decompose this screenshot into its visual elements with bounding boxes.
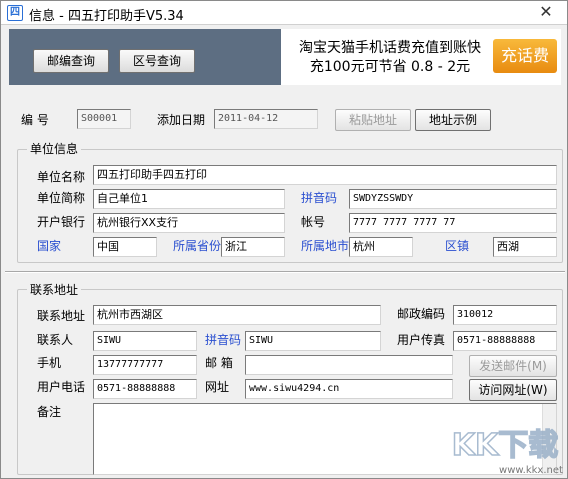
unit-name-label: 单位名称 [37, 170, 86, 184]
phone-label: 用户电话 [37, 380, 86, 394]
fax-field[interactable]: 0571-88888888 [453, 331, 557, 351]
title-bar: 四 信息 - 四五打印助手V5.34 ✕ [1, 1, 567, 25]
contact-person-label: 联系人 [37, 333, 74, 347]
country-field[interactable]: 中国 [93, 237, 157, 257]
svg-text:KK下载: KK下载 [452, 428, 559, 463]
recharge-button[interactable]: 充话费 [493, 39, 557, 73]
account-field[interactable]: 7777 7777 7777 77 [349, 213, 557, 233]
ad-line-2: 充100元可节省 0.8 - 2元 [309, 59, 471, 75]
paste-address-button[interactable]: 粘贴地址 [335, 109, 411, 131]
country-label: 国家 [37, 239, 62, 253]
contact-address-label: 联系地址 [37, 309, 86, 323]
province-label: 所属省份 [173, 239, 222, 253]
ad-banner[interactable]: 淘宝天猫手机话费充值到账快 充100元可节省 0.8 - 2元 充话费 [281, 29, 561, 85]
contact-title: 联系地址 [27, 281, 82, 298]
district-label: 区镇 [445, 239, 470, 253]
unit-pinyin-label: 拼音码 [301, 191, 338, 205]
contact-person-field[interactable]: SIWU [93, 331, 197, 351]
section-separator [5, 271, 565, 273]
city-field[interactable]: 杭州 [349, 237, 413, 257]
website-label: 网址 [205, 380, 230, 394]
number-field[interactable]: S00001 [77, 109, 131, 129]
email-label: 邮 箱 [205, 356, 233, 370]
note-label: 备注 [37, 405, 62, 419]
postcode-field[interactable]: 310012 [453, 305, 557, 325]
number-label: 编 号 [21, 113, 49, 127]
area-code-query-button[interactable]: 区号查询 [119, 49, 195, 73]
svg-text:www.kkx.net: www.kkx.net [499, 465, 563, 476]
province-field[interactable]: 浙江 [221, 237, 285, 257]
unit-pinyin-field[interactable]: SWDYZSSWDY [349, 189, 557, 209]
date-field[interactable]: 2011-04-12 [214, 109, 318, 129]
website-field[interactable]: www.siwu4294.cn [245, 379, 453, 399]
district-field[interactable]: 西湖 [493, 237, 557, 257]
ad-text: 淘宝天猫手机话费充值到账快 充100元可节省 0.8 - 2元 [285, 39, 495, 77]
close-icon[interactable]: ✕ [533, 2, 559, 22]
toolbar: 邮编查询 区号查询 [9, 29, 281, 85]
address-sample-button[interactable]: 地址示例 [415, 109, 491, 131]
bank-field[interactable]: 杭州银行XX支行 [93, 213, 285, 233]
mobile-label: 手机 [37, 356, 62, 370]
city-label: 所属地市 [301, 239, 350, 253]
watermark-logo: KK下载 www.kkx.net [451, 427, 563, 476]
contact-pinyin-label: 拼音码 [205, 333, 242, 347]
contact-address-field[interactable]: 杭州市西湖区 [93, 305, 381, 325]
unit-name-field[interactable]: 四五打印助手四五打印 [93, 165, 557, 185]
app-window: 四 信息 - 四五打印助手V5.34 ✕ 邮编查询 区号查询 淘宝天猫手机话费充… [0, 0, 568, 479]
postcode-label: 邮政编码 [397, 307, 446, 321]
app-icon[interactable]: 四 [7, 5, 23, 21]
unit-info-title: 单位信息 [27, 140, 82, 157]
unit-short-field[interactable]: 自己单位1 [93, 189, 285, 209]
unit-short-label: 单位简称 [37, 191, 86, 205]
zip-query-button[interactable]: 邮编查询 [33, 49, 109, 73]
date-label: 添加日期 [157, 113, 206, 127]
send-email-button[interactable]: 发送邮件(M) [469, 355, 557, 377]
mobile-field[interactable]: 13777777777 [93, 355, 197, 375]
contact-pinyin-field[interactable]: SIWU [245, 331, 381, 351]
account-label: 帐号 [301, 215, 326, 229]
phone-field[interactable]: 0571-88888888 [93, 379, 197, 399]
ad-line-1: 淘宝天猫手机话费充值到账快 [299, 40, 481, 56]
fax-label: 用户传真 [397, 333, 446, 347]
bank-label: 开户银行 [37, 215, 86, 229]
window-title: 信息 - 四五打印助手V5.34 [29, 9, 184, 24]
email-field[interactable] [245, 355, 453, 375]
visit-website-button[interactable]: 访问网址(W) [469, 379, 557, 401]
